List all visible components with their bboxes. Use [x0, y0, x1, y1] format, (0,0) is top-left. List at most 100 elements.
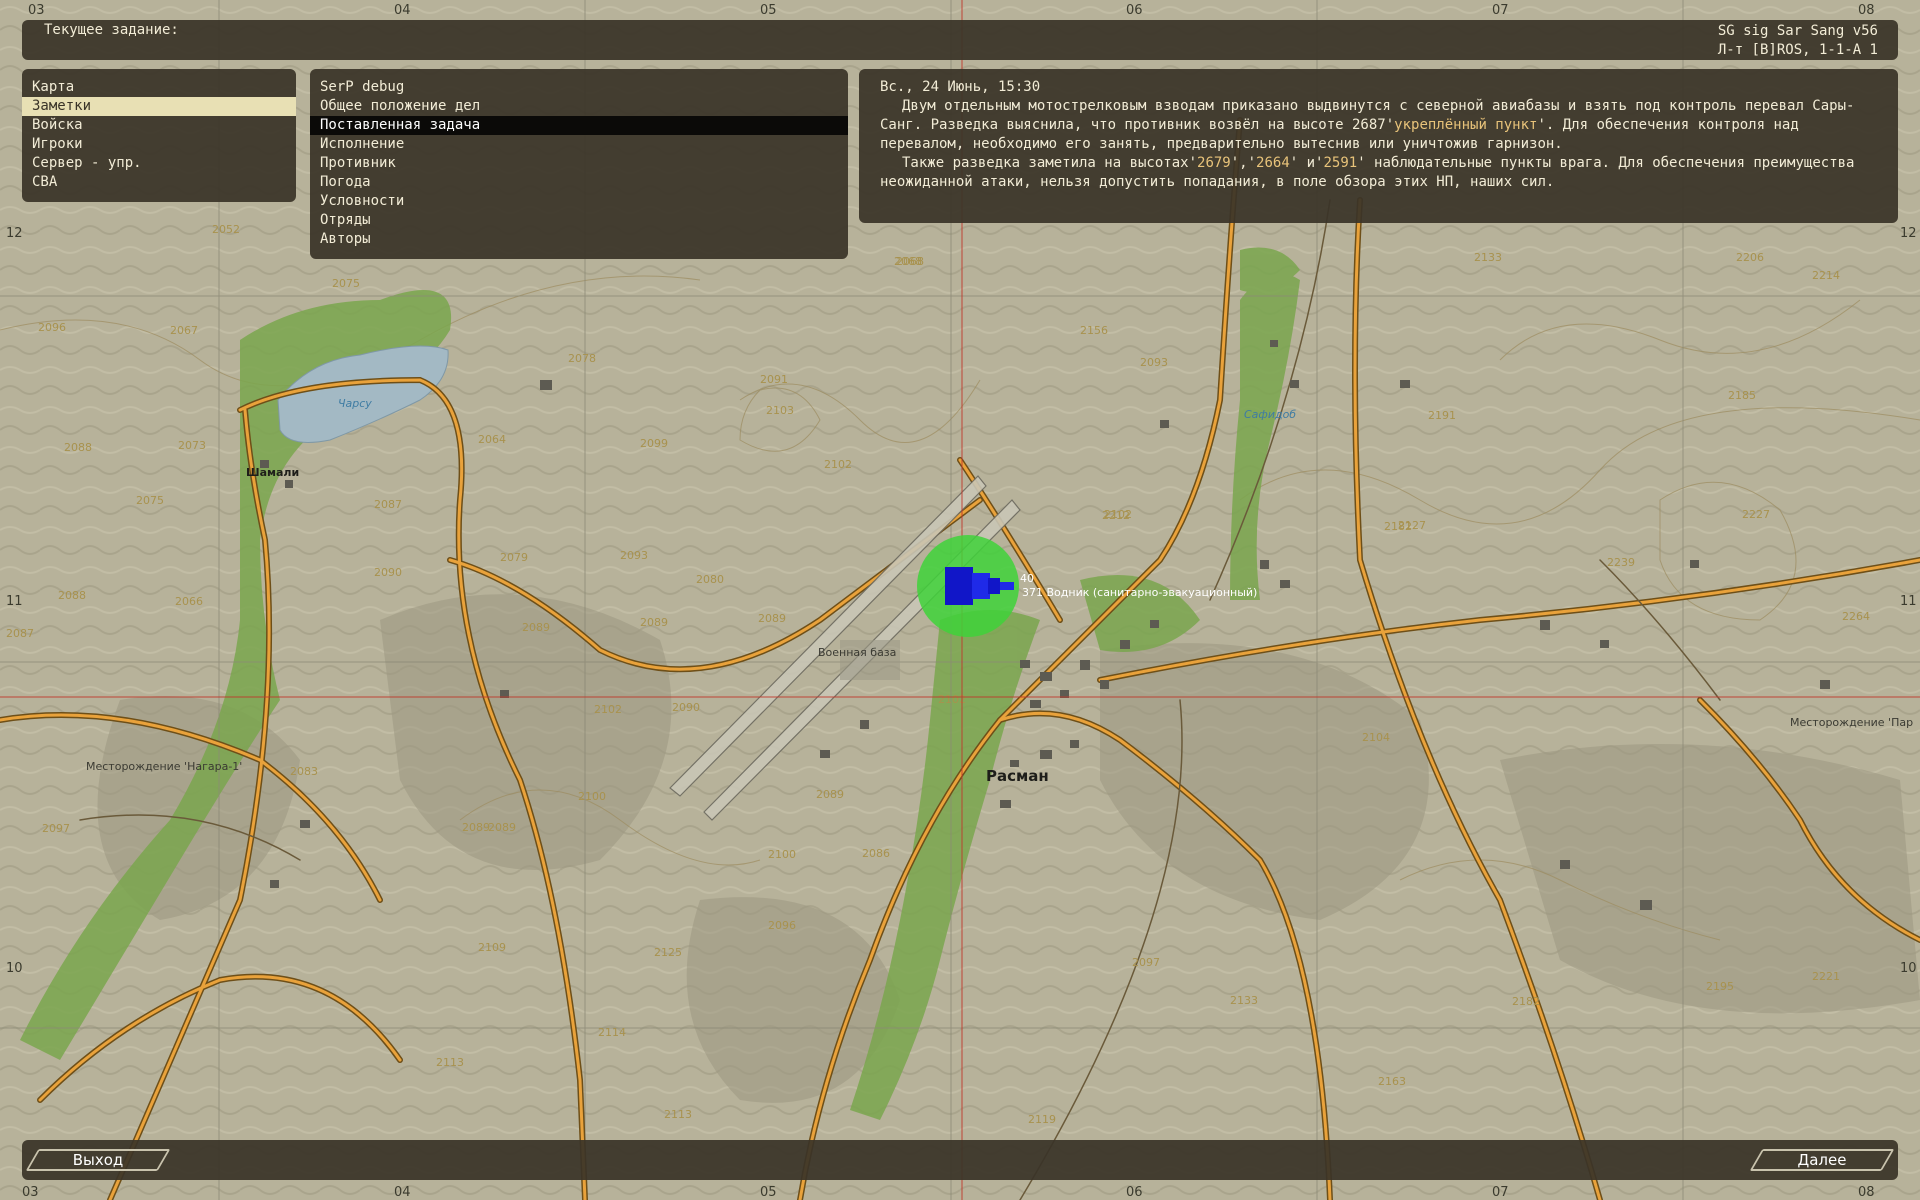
elevation-label: 2064	[478, 433, 506, 446]
current-task-label: Текущее задание:	[44, 22, 179, 38]
menu-item-notes[interactable]: Заметки	[22, 97, 296, 116]
height-link-2664[interactable]: 2664	[1256, 155, 1290, 171]
elevation-label: 2087	[374, 498, 402, 511]
svg-text:12: 12	[1900, 226, 1917, 241]
elevation-label: 2133	[1474, 251, 1502, 264]
unit-marker-label: 371 Водник (санитарно-эвакуационный)	[1022, 586, 1257, 599]
elevation-label: 2089	[522, 621, 550, 634]
river-safidob-label: Сафидоб	[1244, 408, 1296, 421]
briefing-paragraph-2: Также разведка заметила на высотах'2679'…	[880, 154, 1880, 192]
elevation-label: 2080	[696, 573, 724, 586]
elevation-label: 2125	[654, 946, 682, 959]
menu-item-players[interactable]: Игроки	[22, 135, 296, 154]
elevation-label: 2093	[1140, 356, 1168, 369]
elevation-label: 2102	[824, 458, 852, 471]
svg-text:10: 10	[1900, 961, 1917, 976]
village-shamali-label: Шамали	[246, 466, 299, 479]
briefing-text: ','	[1230, 155, 1257, 171]
elevation-label: 2068	[894, 255, 922, 268]
elevation-label: 2133	[1230, 994, 1258, 1007]
height-link-2679[interactable]: 2679	[1197, 155, 1231, 171]
elevation-label: 2078	[568, 352, 596, 365]
note-serp-debug[interactable]: SerP debug	[310, 78, 848, 97]
svg-text:04: 04	[394, 1185, 411, 1200]
briefing-paragraph-1: Двум отдельным мотострелковым взводам пр…	[880, 97, 1880, 154]
mission-name: SG sig Sar Sang v56	[1717, 23, 1878, 39]
elevation-label: 2113	[664, 1108, 692, 1121]
elevation-label: 2088	[58, 589, 86, 602]
field-nagara-label: Месторождение 'Нагара-1'	[86, 760, 242, 773]
svg-text:05: 05	[760, 1185, 777, 1200]
elevation-label: 2114	[598, 1026, 626, 1039]
main-menu: Карта Заметки Войска Игроки Сервер - упр…	[22, 69, 296, 202]
elevation-label: 2066	[175, 595, 203, 608]
note-weather[interactable]: Погода	[310, 173, 848, 192]
menu-item-map[interactable]: Карта	[22, 78, 296, 97]
elevation-label: 2103	[766, 404, 794, 417]
elevation-label: 2089	[462, 821, 490, 834]
current-task-bar: Текущее задание: SG sig Sar Sang v56 Л-т…	[22, 20, 1898, 60]
height-link-2591[interactable]: 2591	[1323, 155, 1357, 171]
note-authors[interactable]: Авторы	[310, 230, 848, 249]
svg-text:12: 12	[6, 226, 23, 241]
elevation-label: 2109	[478, 941, 506, 954]
svg-text:03: 03	[28, 3, 45, 18]
elevation-label: 2099	[640, 437, 668, 450]
svg-text:07: 07	[1492, 3, 1509, 18]
menu-item-units[interactable]: Войска	[22, 116, 296, 135]
elevation-label: 2102	[594, 703, 622, 716]
elevation-label: 2221	[1812, 970, 1840, 983]
next-button-label: Далее	[1797, 1151, 1847, 1169]
player-info: Л-т [B]ROS, 1-1-A 1	[1717, 42, 1878, 58]
elevation-label: 2096	[38, 321, 66, 334]
note-conventions[interactable]: Условности	[310, 192, 848, 211]
elevation-label: 2185	[1728, 389, 1756, 402]
elevation-label: 2079	[500, 551, 528, 564]
elevation-label: 2239	[1607, 556, 1635, 569]
elevation-label: 2089	[758, 612, 786, 625]
elevation-label: 2097	[42, 822, 70, 835]
note-squads[interactable]: Отряды	[310, 211, 848, 230]
bottom-bar: Выход Далее	[22, 1140, 1898, 1180]
elevation-label: 2163	[1378, 1075, 1406, 1088]
elevation-label: 2090	[374, 566, 402, 579]
elevation-label: 2100	[768, 848, 796, 861]
svg-text:08: 08	[1858, 3, 1875, 18]
note-enemy[interactable]: Противник	[310, 154, 848, 173]
unit-marker-label-short: 40	[1020, 572, 1034, 585]
lake-charsu-label: Чарсу	[338, 397, 372, 410]
elevation-label: 2089	[488, 821, 516, 834]
svg-text:06: 06	[1126, 3, 1143, 18]
elevation-label: 2089	[816, 788, 844, 801]
elevation-label: 2191	[1428, 409, 1456, 422]
airbase-label: Военная база	[818, 646, 896, 659]
fortified-point-link[interactable]: укреплённый пункт	[1394, 117, 1537, 133]
elevation-label: 2264	[1842, 610, 1870, 623]
elevation-label: 2182	[1512, 995, 1540, 1008]
note-execution[interactable]: Исполнение	[310, 135, 848, 154]
elevation-label: 2067	[170, 324, 198, 337]
elevation-label: 2089	[640, 616, 668, 629]
elevation-label: 2087	[6, 627, 34, 640]
briefing-text: Также разведка заметила на высотах'	[902, 155, 1198, 171]
svg-text:06: 06	[1126, 1185, 1143, 1200]
elevation-label: 2100	[578, 790, 606, 803]
menu-item-server-control[interactable]: Сервер - упр.	[22, 154, 296, 173]
elevation-label: 2093	[620, 549, 648, 562]
elevation-label: 2097	[1132, 956, 1160, 969]
exit-button-label: Выход	[72, 1151, 124, 1169]
menu-item-cba[interactable]: CBA	[22, 173, 296, 192]
note-situation[interactable]: Общее положение дел	[310, 97, 848, 116]
elevation-label: 2083	[290, 765, 318, 778]
svg-text:11: 11	[6, 594, 23, 609]
elevation-label: 2206	[1736, 251, 1764, 264]
elevation-label: 2086	[862, 847, 890, 860]
elevation-label: 2096	[768, 919, 796, 932]
elevation-label: 2091	[760, 373, 788, 386]
briefing-date: Вс., 24 Июнь, 15:30	[880, 79, 1041, 95]
exit-button[interactable]: Выход	[32, 1149, 164, 1171]
field-east-label: Месторождение 'Пар	[1790, 716, 1913, 729]
note-mission-task[interactable]: Поставленная задача	[310, 116, 848, 135]
elevation-label: 2090	[672, 701, 700, 714]
next-button[interactable]: Далее	[1756, 1149, 1888, 1171]
